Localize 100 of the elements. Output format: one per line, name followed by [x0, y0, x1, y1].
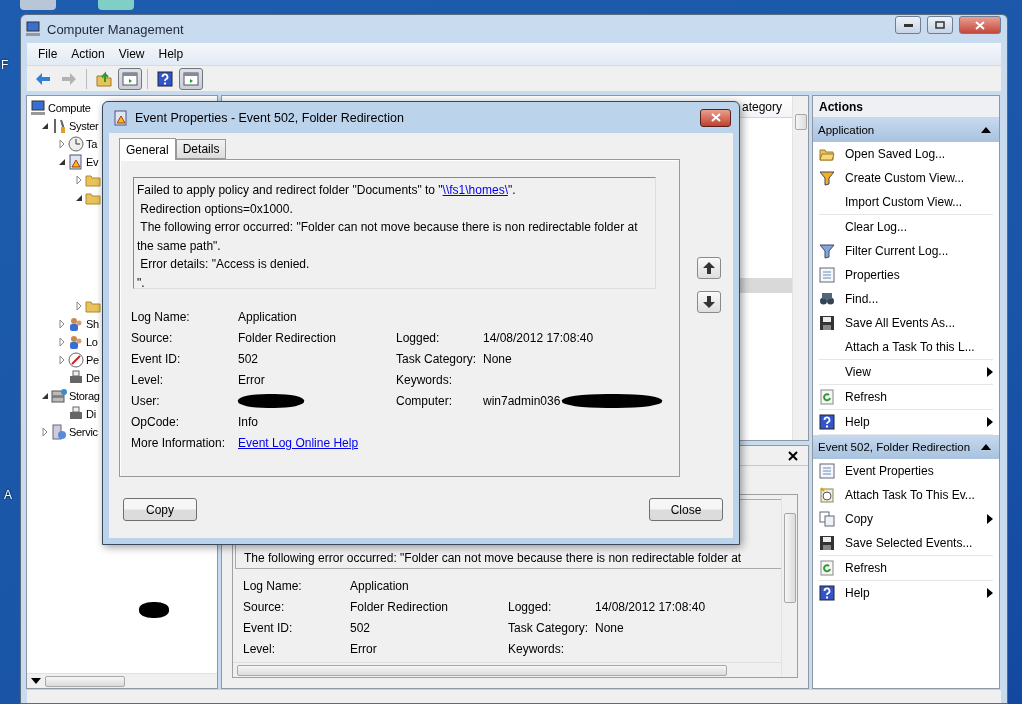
field-label: Task Category:: [508, 620, 590, 635]
field-label: Source:: [131, 330, 174, 345]
dialog-title: Event Properties - Event 502, Folder Redirection: [135, 110, 405, 125]
pane-command[interactable]: Import Custom View...: [819, 190, 993, 214]
field-label: Logged:: [508, 599, 553, 614]
refresh-icon: [819, 389, 835, 405]
pane-command[interactable]: Clear Log...: [819, 215, 993, 239]
desktop-icon-label: F: [1, 58, 9, 72]
field-label: Log Name:: [243, 578, 303, 593]
tree-item[interactable]: Lo: [86, 336, 98, 348]
funnel-icon: [819, 170, 835, 186]
pane-title: Actions: [813, 96, 999, 118]
help-link[interactable]: Event Log Online Help: [238, 435, 396, 450]
users-icon: [68, 316, 84, 332]
pane-command[interactable]: Help: [819, 410, 993, 434]
tree-item[interactable]: Compute: [48, 102, 91, 114]
pane-command[interactable]: Save Selected Events...: [819, 531, 993, 555]
toolbar-button[interactable]: [179, 67, 203, 90]
pane-command[interactable]: Refresh: [819, 385, 993, 409]
maximize-button[interactable]: [927, 16, 953, 34]
submenu-arrow-icon: [987, 367, 993, 377]
toolbar-button[interactable]: [118, 67, 142, 90]
collapse-icon: [981, 443, 991, 451]
pane-command[interactable]: Help: [819, 581, 993, 605]
close-button[interactable]: Close: [649, 498, 723, 521]
copy-button[interactable]: Copy: [123, 498, 197, 521]
menu-item[interactable]: Action: [64, 45, 112, 63]
tab[interactable]: General: [119, 138, 176, 160]
maximize-icon: [935, 21, 945, 29]
menu-item[interactable]: View: [111, 45, 152, 63]
field-value: Application: [238, 309, 298, 324]
pane-command[interactable]: Refresh: [819, 556, 993, 580]
funnel-icon: [819, 243, 835, 259]
event-message: The following error occurred: "Folder can not move because there is non redirectable folder at the same path".: [137, 219, 639, 255]
tree-item[interactable]: Pe: [86, 354, 99, 366]
help-icon: [157, 70, 173, 87]
refresh-icon: [819, 560, 835, 576]
field-value: Folder Redirection: [350, 599, 450, 614]
scrollbar-thumb: [794, 114, 807, 130]
tree-item[interactable]: Di: [86, 408, 96, 420]
pane-command[interactable]: Copy: [819, 507, 993, 531]
binoculars-icon: [819, 291, 835, 307]
pane-command[interactable]: Create Custom View...: [819, 166, 993, 190]
close-icon: [975, 20, 985, 30]
column-header[interactable]: ategory: [742, 99, 783, 114]
tree-item[interactable]: Storag: [69, 390, 100, 402]
services-icon: [51, 424, 67, 440]
tree-item[interactable]: Sh: [86, 318, 99, 330]
pane-command[interactable]: Properties: [819, 263, 993, 287]
event-message: ".: [137, 274, 146, 292]
field-value: None: [595, 620, 625, 635]
desktop-icon: [98, 0, 134, 10]
pane-command[interactable]: Attach Task To This Ev...: [819, 483, 993, 507]
section-header[interactable]: Event 502, Folder Redirection: [813, 435, 999, 459]
pane-command[interactable]: Save All Events As...: [819, 311, 993, 335]
field-value: Folder Redirection: [238, 330, 338, 345]
folder-up-icon: [96, 70, 112, 87]
window-title: Computer Management: [47, 21, 185, 37]
pane-command[interactable]: Open Saved Log...: [819, 142, 993, 166]
tree-item[interactable]: Syster: [69, 120, 99, 132]
field-label: Keywords:: [508, 641, 566, 656]
pane-command[interactable]: Attach a Task To this L...: [819, 335, 993, 359]
field-label: Task Category:: [396, 351, 478, 366]
tree-item[interactable]: De: [86, 372, 100, 384]
close-button[interactable]: [700, 108, 731, 127]
computer-icon: [30, 100, 46, 116]
pane-command[interactable]: Event Properties: [819, 459, 993, 483]
minimize-button[interactable]: [895, 16, 921, 34]
menu-item[interactable]: Help: [151, 45, 191, 63]
previous-button[interactable]: [697, 257, 721, 279]
tools-icon: [51, 118, 67, 134]
forward-arrow-icon: [61, 70, 77, 87]
printer-icon: [68, 370, 84, 386]
field-label: Source:: [243, 599, 286, 614]
pane-icon: [183, 70, 199, 87]
tree-item[interactable]: Servic: [69, 426, 98, 438]
folder-icon: [85, 298, 101, 314]
event-message: Error details: "Access is denied.: [139, 256, 311, 273]
pane-command[interactable]: Find...: [819, 287, 993, 311]
next-button[interactable]: [697, 291, 721, 313]
up-arrow-icon: [703, 262, 715, 274]
field-value: 502: [350, 620, 372, 635]
field-label: Event ID:: [131, 351, 182, 366]
pane-command[interactable]: View: [819, 360, 993, 384]
clock-icon: [68, 136, 84, 152]
field-label: Event ID:: [243, 620, 294, 635]
field-value: 14/08/2012 17:08:40: [595, 599, 707, 614]
section-header[interactable]: Application: [813, 118, 999, 142]
folder-icon: [85, 190, 101, 206]
tree-item[interactable]: Ta: [86, 138, 98, 150]
pane-icon: [122, 70, 138, 87]
desktop-icon-label: A: [4, 488, 12, 502]
tab[interactable]: Details: [175, 139, 227, 159]
storage-icon: [51, 388, 67, 404]
help-icon: [819, 585, 835, 601]
menu-item[interactable]: File: [31, 45, 65, 63]
event-message: Redirection options=0x1000.: [139, 200, 294, 218]
pane-command[interactable]: Filter Current Log...: [819, 239, 993, 263]
tree-item[interactable]: Ev: [86, 156, 99, 168]
path-link[interactable]: \\fs1\homes\: [442, 183, 508, 197]
